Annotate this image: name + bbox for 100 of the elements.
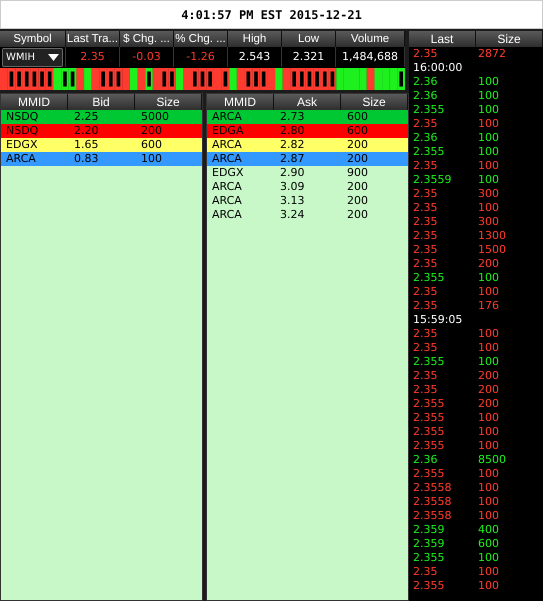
trade-price: 2.355 [413, 467, 446, 481]
trade-price: 2.36 [413, 131, 438, 145]
trade-price: 2.355 [413, 145, 446, 159]
trade-price: 2.355 [413, 271, 446, 285]
trade-size: 200 [478, 369, 500, 383]
table-cell-text: 2.87 [279, 152, 306, 166]
column-header[interactable]: Low [282, 31, 336, 47]
table-cell-text: ARCA [211, 152, 243, 166]
table-cell-text: 600 [346, 110, 369, 124]
table-cell-text: 200 [346, 180, 369, 194]
trade-price: 2.36 [413, 89, 438, 103]
column-header[interactable]: Volume [336, 31, 405, 47]
quote-cell: 2.543 [228, 47, 282, 67]
table-cell-text: 3.09 [279, 180, 306, 194]
trade-size: 100 [478, 201, 500, 215]
trade-price: 2.35 [413, 565, 438, 579]
trade-price: 2.359 [413, 537, 446, 551]
trade-size: 100 [478, 355, 500, 369]
trade-size: 176 [478, 299, 500, 313]
table-cell-text: 600 [346, 124, 369, 138]
trade-price: 2.355 [413, 425, 446, 439]
trade-price: 2.36 [413, 453, 438, 467]
quote-cell: 2.321 [282, 47, 336, 67]
time-label: 16:00:00 [413, 61, 462, 75]
table-cell-text: EDGX [211, 166, 244, 180]
trade-size: 100 [478, 481, 500, 495]
trade-price: 2.359 [413, 523, 446, 537]
trade-price: 2.35 [413, 341, 438, 355]
trade-size: 100 [478, 89, 500, 103]
trade-size: 100 [478, 145, 500, 159]
trade-price: 2.355 [413, 551, 446, 565]
trade-size: 100 [478, 103, 500, 117]
table-cell-text: EDGX [5, 138, 38, 152]
table-cell-text: NSDQ [5, 110, 40, 124]
trade-size: 100 [478, 565, 500, 579]
table-cell-text: 2.25 [73, 110, 100, 124]
trade-size: 100 [478, 117, 500, 131]
trade-price: 2.35 [413, 257, 438, 271]
trade-size: 100 [478, 173, 500, 187]
trade-size: 100 [478, 425, 500, 439]
trade-price: 2.355 [413, 439, 446, 453]
column-header[interactable]: $ Chg. ... [120, 31, 174, 47]
trade-size: 600 [478, 537, 500, 551]
table-cell-text: ARCA [211, 110, 243, 124]
clock-text: 4:01:57 PM EST 2015-12-21 [181, 8, 362, 22]
trade-size: 100 [478, 327, 500, 341]
trade-price: 2.35 [413, 215, 438, 229]
table-cell-text: 200 [346, 152, 369, 166]
column-header[interactable]: Symbol [0, 31, 66, 47]
trade-price: 2.35 [413, 243, 438, 257]
table-cell-text: ARCA [211, 208, 243, 222]
trade-price: 2.35 [413, 299, 438, 313]
quote-cell: -0.03 [120, 47, 174, 67]
trade-price: 2.35 [413, 383, 438, 397]
trade-size: 300 [478, 187, 500, 201]
table-cell-text: 100 [140, 152, 163, 166]
column-header[interactable]: High [228, 31, 282, 47]
table-cell-text: 2.82 [279, 138, 306, 152]
trade-size: 1300 [478, 229, 507, 243]
table-cell-text: ARCA [211, 194, 243, 208]
trade-price: 2.3558 [413, 481, 452, 495]
trade-price: 2.35 [413, 327, 438, 341]
trade-price: 2.355 [413, 355, 446, 369]
symbol-dropdown[interactable]: WMIH [2, 48, 63, 67]
table-cell-text: 200 [346, 208, 369, 222]
table-cell-text: 600 [140, 138, 163, 152]
trade-price: 2.36 [413, 75, 438, 89]
table-cell-text: 0.83 [73, 152, 100, 166]
trade-size: 100 [478, 579, 500, 593]
trade-price: 2.355 [413, 579, 446, 593]
trade-size: 100 [478, 495, 500, 509]
trade-price: 2.35 [413, 229, 438, 243]
trade-price: 2.355 [413, 397, 446, 411]
trade-price: 2.35 [413, 117, 438, 131]
time-label: 15:59:05 [413, 313, 462, 327]
table-cell-text: 2.73 [279, 110, 306, 124]
trade-size: 400 [478, 523, 500, 537]
column-header[interactable]: % Chg. ... [174, 31, 228, 47]
trade-size: 100 [478, 467, 500, 481]
trade-size: 100 [478, 159, 500, 173]
table-cell-text: 200 [140, 124, 163, 138]
trade-size: 100 [478, 131, 500, 145]
table-cell-text: ARCA [211, 138, 243, 152]
trade-size: 100 [478, 439, 500, 453]
table-cell-text: 3.13 [279, 194, 306, 208]
table-cell-text: 200 [346, 138, 369, 152]
table-cell-text: EDGA [211, 124, 244, 138]
trade-size: 200 [478, 383, 500, 397]
trade-size: 100 [478, 509, 500, 523]
trade-size: 100 [478, 75, 500, 89]
table-cell-text: 2.90 [279, 166, 306, 180]
trade-price: 2.355 [413, 103, 446, 117]
trade-price: 2.35 [413, 47, 438, 61]
caret-icon [48, 54, 59, 61]
trade-size: 2872 [478, 47, 507, 61]
table-cell-text: 900 [346, 166, 369, 180]
column-header[interactable]: Last [409, 31, 476, 47]
column-header[interactable]: Last Tra... [66, 31, 120, 47]
column-header[interactable]: Size [476, 31, 543, 47]
table-cell-text: 2.20 [73, 124, 100, 138]
